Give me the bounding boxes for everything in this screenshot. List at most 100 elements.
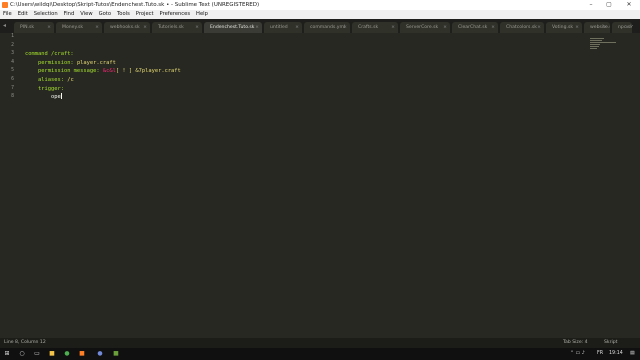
menu-preferences[interactable]: Preferences	[160, 10, 191, 19]
code-token: permission:	[25, 59, 77, 66]
code-token: trigger:	[25, 85, 64, 92]
code-token: &c&l	[102, 68, 116, 75]
tab-close-icon[interactable]: ×	[343, 22, 347, 33]
code-token: ope	[25, 94, 61, 101]
tab-commands-yml[interactable]: commands.yml ×	[304, 22, 350, 33]
tab-close-icon[interactable]: ×	[255, 22, 259, 33]
minimap-line	[590, 40, 602, 41]
tab-label: ClearChat.sk	[458, 25, 488, 30]
menu-find[interactable]: Find	[64, 10, 75, 19]
tab-bar: ◂ ▸ PIN.sk×Money.sk×webhooks.sk×Tutoriel…	[0, 19, 640, 33]
tab-clearchat-sk[interactable]: ClearChat.sk ×	[452, 22, 498, 33]
line-number: 2	[11, 42, 14, 48]
menu-view[interactable]: View	[80, 10, 92, 19]
tab-close-icon[interactable]: ×	[443, 22, 447, 33]
tab-size[interactable]: Tab Size: 4	[563, 338, 588, 348]
tab-close-icon[interactable]: ×	[295, 22, 299, 33]
tab-label: Tutoriels.sk	[158, 25, 184, 30]
tab-scroll-left-icon[interactable]: ◂	[3, 22, 6, 29]
code-line: aliases: /c	[25, 76, 181, 85]
code-line: ope	[25, 93, 181, 102]
tab-money-sk[interactable]: Money.sk ×	[56, 22, 102, 33]
tab-close-icon[interactable]: ×	[603, 22, 607, 33]
line-number: 1	[11, 34, 14, 39]
tab-endenchest-tuto-sk[interactable]: Endenchest.Tuto.sk ×	[204, 22, 262, 33]
menu-edit[interactable]: Edit	[18, 10, 28, 19]
minimap-line	[590, 42, 616, 43]
menu-tools[interactable]: Tools	[117, 10, 130, 19]
line-number: 5	[11, 68, 14, 74]
tray-icons[interactable]: ⌃ ▭ ♪	[570, 348, 585, 360]
text-cursor	[60, 93, 62, 100]
search-icon[interactable]: ○	[18, 350, 26, 358]
clock[interactable]: 19:14	[609, 348, 623, 360]
tab-label: ServerCore.sk	[406, 25, 439, 30]
tab-close-icon[interactable]: ×	[47, 22, 51, 33]
close-button[interactable]: ✕	[622, 0, 636, 10]
minimap-line	[590, 38, 604, 39]
tab-label: Voting.sk	[552, 25, 574, 30]
status-bar: Line 8, Column 12 Tab Size: 4 Skript	[0, 338, 640, 348]
task-view-icon[interactable]: ▭	[33, 350, 41, 358]
tab-close-icon[interactable]: ×	[195, 22, 199, 33]
tab-servercore-sk[interactable]: ServerCore.sk ×	[400, 22, 450, 33]
minimap-line	[590, 48, 597, 49]
tab-untitled[interactable]: untitled ×	[264, 22, 302, 33]
code-editor[interactable]: command /craft: permission: player.craft…	[25, 33, 181, 102]
menu-help[interactable]: Help	[196, 10, 208, 19]
tab-tutoriels-sk[interactable]: Tutoriels.sk ×	[152, 22, 202, 33]
line-number: 7	[11, 85, 14, 91]
chrome-icon[interactable]: ●	[63, 350, 71, 358]
tab-label: untitled	[270, 25, 288, 30]
line-number-gutter: 1 2 3 4 5 6 7 8	[0, 33, 16, 338]
tab-close-icon[interactable]: ×	[95, 22, 99, 33]
line-number: 8	[11, 94, 14, 100]
menu-goto[interactable]: Goto	[99, 10, 111, 19]
syntax-selector[interactable]: Skript	[604, 338, 617, 348]
minecraft-icon[interactable]: ■	[112, 350, 120, 358]
tab-webhooks-sk[interactable]: webhooks.sk ×	[104, 22, 150, 33]
title-bar: C:\Users\wildqi\Desktop\Skript-Tutos\End…	[0, 0, 640, 10]
tab-npc-sk[interactable]: npc.sk ×	[612, 22, 632, 33]
tab-label: Money.sk	[62, 25, 84, 30]
code-token: permission message:	[25, 68, 103, 75]
tab-chatcolors-sk[interactable]: Chatcolors.sk ×	[500, 22, 544, 33]
notification-icon[interactable]: ▤	[630, 348, 635, 360]
code-token: /c	[67, 76, 74, 83]
tab-pin-sk[interactable]: PIN.sk ×	[14, 22, 54, 33]
line-number: 6	[11, 77, 14, 82]
menu-selection[interactable]: Selection	[34, 10, 58, 19]
code-line: permission message: &c&l[ ! ] &7player.c…	[25, 67, 181, 76]
file-explorer-icon[interactable]: ■	[48, 350, 56, 358]
menu-project[interactable]: Project	[136, 10, 154, 19]
tab-close-icon[interactable]: ×	[391, 22, 395, 33]
tab-crafts-sk[interactable]: Crafts.sk ×	[352, 22, 398, 33]
tab-close-icon[interactable]: ×	[537, 22, 541, 33]
tab-close-icon[interactable]: ×	[625, 22, 629, 33]
language-indicator[interactable]: FR	[597, 348, 603, 360]
maximize-button[interactable]: ▢	[602, 0, 616, 10]
code-line: trigger:	[25, 85, 181, 94]
minimap-line	[590, 44, 600, 45]
line-number: 3	[11, 51, 14, 57]
code-line: command /craft:	[25, 50, 181, 59]
tab-close-icon[interactable]: ×	[575, 22, 579, 33]
start-icon[interactable]: ⊞	[3, 350, 11, 358]
sublime-text-icon[interactable]: ■	[78, 350, 86, 358]
minimize-button[interactable]: –	[584, 0, 598, 10]
tab-label: website.sk	[590, 25, 610, 30]
tab-close-icon[interactable]: ×	[143, 22, 147, 33]
code-token: &7player.craft	[135, 68, 181, 75]
cursor-position: Line 8, Column 12	[4, 340, 46, 345]
menu-file[interactable]: File	[3, 10, 12, 19]
minimap[interactable]	[588, 33, 640, 338]
tab-label: Crafts.sk	[358, 25, 379, 30]
code-line: permission: player.craft	[25, 59, 181, 68]
discord-icon[interactable]: ●	[96, 350, 104, 358]
tab-voting-sk[interactable]: Voting.sk ×	[546, 22, 582, 33]
tab-close-icon[interactable]: ×	[491, 22, 495, 33]
tab-website-sk[interactable]: website.sk×	[584, 22, 610, 33]
code-token: command /craft:	[25, 51, 74, 58]
